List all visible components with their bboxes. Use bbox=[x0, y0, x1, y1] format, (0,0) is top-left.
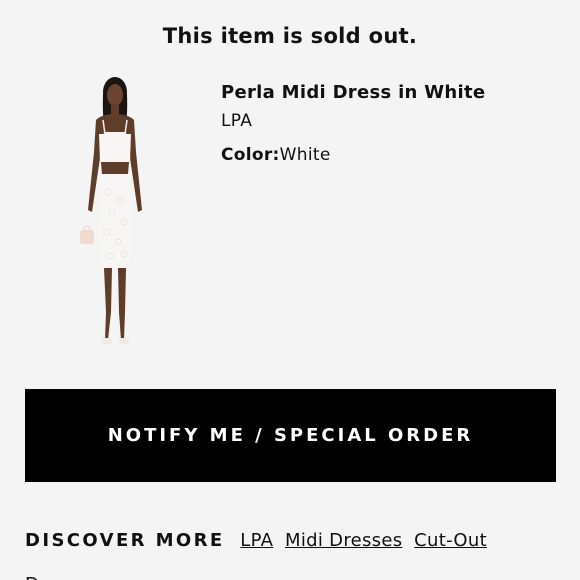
product-name: Perla Midi Dress in White bbox=[221, 82, 486, 103]
notify-me-button[interactable]: NOTIFY ME / SPECIAL ORDER bbox=[25, 389, 556, 482]
product-image bbox=[80, 77, 142, 344]
page-title: This item is sold out. bbox=[162, 24, 418, 48]
color-label: Color: bbox=[221, 145, 280, 165]
sold-out-page: This item is sold out. Perla Midi Dress … bbox=[0, 0, 580, 580]
color-value: White bbox=[279, 145, 331, 165]
discover-link-midi-dresses[interactable]: Midi Dresses bbox=[285, 530, 402, 551]
discover-more-title: DISCOVER MORE bbox=[25, 530, 225, 551]
product-color: Color:White bbox=[221, 145, 485, 165]
product-info: Perla Midi Dress in White LPA Color:Whit… bbox=[221, 82, 485, 165]
product-brand: LPA bbox=[221, 111, 253, 131]
discover-link-lpa[interactable]: LPA bbox=[240, 530, 273, 551]
discover-more-section: DISCOVER MORE LPA Midi Dresses Cut-Out D… bbox=[25, 519, 560, 580]
